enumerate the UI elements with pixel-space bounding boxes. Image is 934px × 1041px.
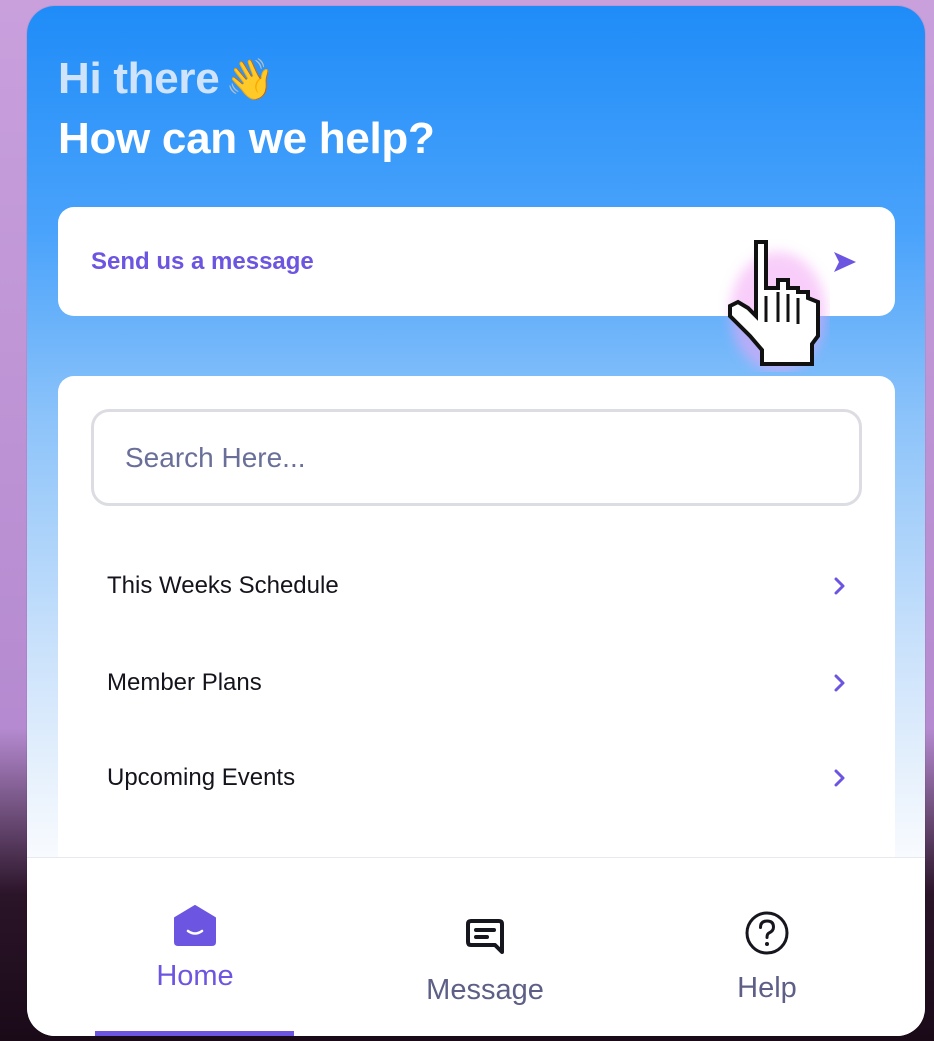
- list-item-label: This Weeks Schedule: [107, 572, 339, 599]
- home-icon: [174, 905, 216, 946]
- tab-message-label: Message: [426, 974, 544, 1006]
- send-message-label: Send us a message: [91, 247, 314, 275]
- content-card: Search Here... This Weeks Schedule Membe…: [58, 376, 895, 896]
- chevron-right-icon: [834, 769, 845, 787]
- chevron-right-icon: [834, 577, 845, 595]
- list-item-member-plans[interactable]: Member Plans: [107, 658, 847, 708]
- tab-message[interactable]: Message: [385, 858, 585, 1036]
- greeting: Hi there 👋: [58, 54, 275, 104]
- message-icon: [466, 919, 504, 954]
- active-tab-indicator: [95, 1031, 294, 1036]
- greeting-text: Hi there: [58, 54, 220, 103]
- send-message-button[interactable]: Send us a message: [58, 207, 895, 316]
- search-input[interactable]: Search Here...: [91, 409, 862, 506]
- list-item-upcoming-events[interactable]: Upcoming Events: [107, 753, 847, 803]
- headline: How can we help?: [58, 114, 435, 163]
- chevron-right-icon: [834, 674, 845, 692]
- send-arrow-icon: [834, 251, 856, 272]
- tab-help[interactable]: Help: [667, 858, 867, 1036]
- tab-home-label: Home: [156, 960, 234, 992]
- help-widget: Hi there 👋 How can we help? Send us a mes…: [27, 6, 925, 1036]
- tab-help-label: Help: [737, 972, 797, 1004]
- help-icon: [745, 911, 789, 955]
- wave-emoji-icon: 👋: [225, 58, 275, 102]
- list-item-label: Member Plans: [107, 669, 262, 696]
- tab-home[interactable]: Home: [95, 858, 295, 1036]
- list-item-schedule[interactable]: This Weeks Schedule: [107, 561, 847, 611]
- list-item-label: Upcoming Events: [107, 764, 296, 791]
- bottom-tab-bar: Home Message Help: [27, 857, 925, 1036]
